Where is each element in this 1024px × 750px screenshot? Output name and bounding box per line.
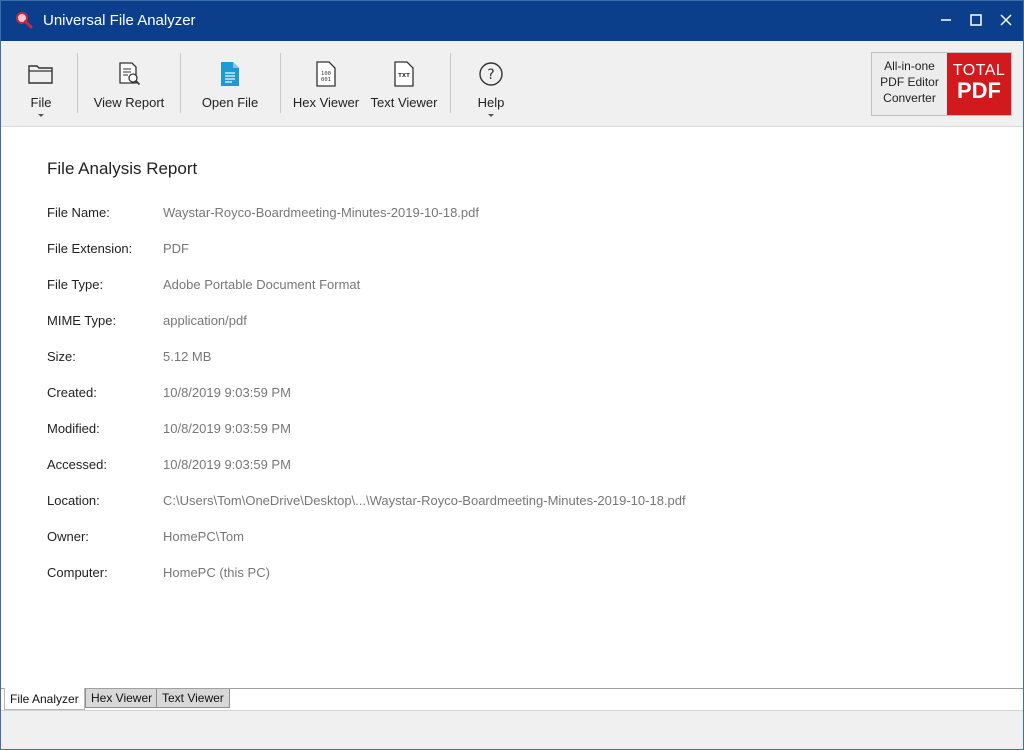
title-bar: Universal File Analyzer xyxy=(1,1,1023,41)
view-tab-strip: File Analyzer Hex Viewer Text Viewer xyxy=(1,688,1023,710)
text-viewer-label: Text Viewer xyxy=(370,95,438,110)
field-value: HomePC\Tom xyxy=(163,529,244,544)
field-label: Owner: xyxy=(47,529,89,544)
window-title: Universal File Analyzer xyxy=(43,12,196,29)
promo-text: All-in-one PDF Editor Converter xyxy=(880,59,939,105)
open-file-label: Open File xyxy=(201,95,259,110)
document-icon xyxy=(215,59,245,89)
folder-icon xyxy=(26,59,56,89)
field-label: Modified: xyxy=(47,421,100,436)
field-value: PDF xyxy=(163,241,189,256)
svg-text:001: 001 xyxy=(321,77,331,83)
field-value: HomePC (this PC) xyxy=(163,565,270,580)
field-label: File Type: xyxy=(47,277,104,292)
file-label: File xyxy=(30,95,52,110)
svg-text:TXT: TXT xyxy=(398,73,410,79)
txt-document-icon: TXT xyxy=(389,59,419,89)
view-report-label: View Report xyxy=(93,95,165,110)
logo-pdf-text: PDF xyxy=(957,78,1001,103)
field-value: 10/8/2019 9:03:59 PM xyxy=(163,385,291,400)
report-panel: File Analysis Report File Name: Waystar-… xyxy=(1,128,1023,688)
svg-text:?: ? xyxy=(487,67,494,83)
field-value: Waystar-Royco-Boardmeeting-Minutes-2019-… xyxy=(163,205,479,220)
view-report-button[interactable]: View Report xyxy=(87,47,171,121)
app-magnifier-icon xyxy=(15,11,33,29)
status-bar xyxy=(1,710,1023,749)
chevron-down-icon xyxy=(488,114,494,117)
field-label: Size: xyxy=(47,349,76,364)
close-button[interactable] xyxy=(989,1,1023,39)
hex-viewer-label: Hex Viewer xyxy=(292,95,360,110)
total-pdf-logo: TOTAL PDF xyxy=(947,53,1011,115)
help-menu-button[interactable]: ? Help xyxy=(469,47,513,121)
field-label: MIME Type: xyxy=(47,313,117,328)
help-label: Help xyxy=(477,95,505,110)
toolbar-divider xyxy=(280,53,281,113)
total-pdf-promo-banner[interactable]: All-in-one PDF Editor Converter TOTAL PD… xyxy=(871,52,1012,116)
report-title: File Analysis Report xyxy=(47,159,198,178)
field-label: File Name: xyxy=(47,205,110,220)
field-label: Created: xyxy=(47,385,97,400)
field-label: File Extension: xyxy=(47,241,133,256)
file-menu-button[interactable]: File xyxy=(15,47,67,121)
field-value: C:\Users\Tom\OneDrive\Desktop\...\Waysta… xyxy=(163,493,686,508)
chevron-down-icon xyxy=(38,114,44,117)
toolbar-divider xyxy=(180,53,181,113)
field-value: Adobe Portable Document Format xyxy=(163,277,361,292)
toolbar-divider xyxy=(450,53,451,113)
help-circle-icon: ? xyxy=(476,59,506,89)
field-value: 10/8/2019 9:03:59 PM xyxy=(163,421,291,436)
tab-text-viewer[interactable]: Text Viewer xyxy=(156,689,230,708)
hex-viewer-button[interactable]: 100 001 Hex Viewer xyxy=(289,47,363,121)
tab-hex-viewer[interactable]: Hex Viewer xyxy=(85,689,159,708)
toolbar-divider xyxy=(77,53,78,113)
open-file-button[interactable]: Open File xyxy=(197,47,263,121)
field-label: Computer: xyxy=(47,565,108,580)
tab-file-analyzer[interactable]: File Analyzer xyxy=(4,688,85,710)
minimize-button[interactable] xyxy=(929,1,963,39)
app-window: Universal File Analyzer File View Report… xyxy=(0,0,1024,750)
field-label: Location: xyxy=(47,493,100,508)
report-magnifier-icon xyxy=(114,59,144,89)
text-viewer-button[interactable]: TXT Text Viewer xyxy=(367,47,441,121)
field-value: application/pdf xyxy=(163,313,247,328)
field-value: 10/8/2019 9:03:59 PM xyxy=(163,457,291,472)
hex-document-icon: 100 001 xyxy=(311,59,341,89)
field-value: 5.12 MB xyxy=(163,349,212,364)
ribbon-toolbar: File View Report Open File 100 001 Hex V… xyxy=(1,41,1023,127)
field-label: Accessed: xyxy=(47,457,107,472)
maximize-button[interactable] xyxy=(959,1,993,39)
